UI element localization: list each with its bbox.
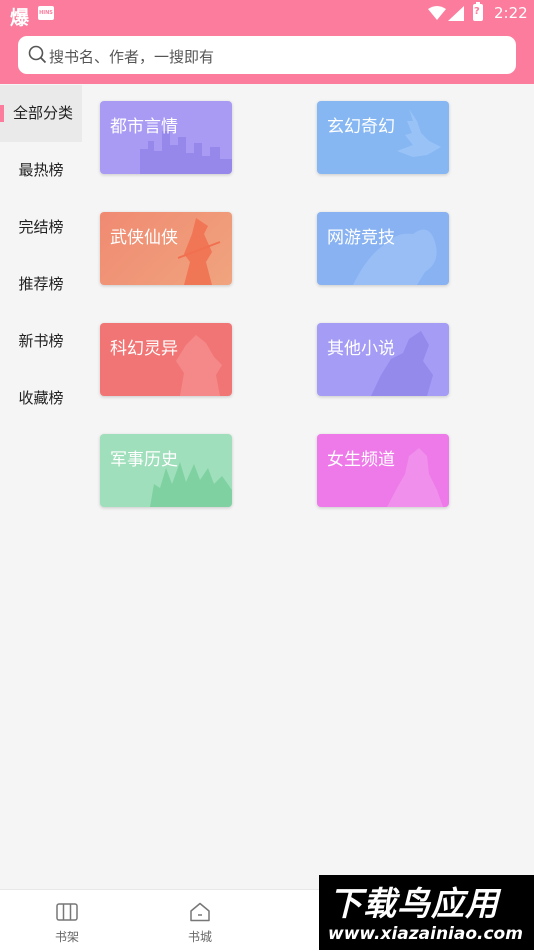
category-label: 网游竞技 xyxy=(327,228,395,248)
category-label: 其他小说 xyxy=(327,339,395,359)
category-label: 军事历史 xyxy=(110,450,178,470)
tab-label: 书架 xyxy=(54,930,79,944)
wifi-icon xyxy=(428,6,446,20)
sidebar-item-finished[interactable]: 完结榜 xyxy=(0,199,82,256)
app-logo-icon: 爆 xyxy=(10,7,30,29)
status-bar: 爆 HINS ? 2:22 xyxy=(0,0,534,29)
category-card-urban[interactable]: 都市言情 xyxy=(100,101,232,174)
signal-icon xyxy=(448,6,464,21)
sidebar-item-label: 新书榜 xyxy=(18,332,64,350)
status-time: 2:22 xyxy=(494,4,528,22)
sidebar-item-label: 推荐榜 xyxy=(18,275,64,293)
search-icon xyxy=(28,45,47,64)
category-label: 都市言情 xyxy=(110,117,178,137)
sidebar-item-label: 全部分类 xyxy=(12,104,73,122)
sidebar-item-favorites[interactable]: 收藏榜 xyxy=(0,370,82,427)
sidebar-item-new[interactable]: 新书榜 xyxy=(0,313,82,370)
watermark-title: 下载鸟应用 xyxy=(329,884,499,923)
notification-icon: HINS xyxy=(38,6,54,20)
category-card-female[interactable]: 女生频道 xyxy=(317,434,449,507)
category-label: 科幻灵异 xyxy=(110,339,178,359)
sidebar-item-all[interactable]: 全部分类 xyxy=(0,85,82,142)
category-card-fantasy[interactable]: 玄幻奇幻 xyxy=(317,101,449,174)
home-icon xyxy=(190,902,210,922)
watermark-logo: 下载鸟应用 www.xiazainiao.com xyxy=(319,875,534,950)
sidebar-item-label: 完结榜 xyxy=(18,218,64,236)
sidebar-item-recommend[interactable]: 推荐榜 xyxy=(0,256,82,313)
watermark-url: www.xiazainiao.com xyxy=(328,924,523,944)
sidebar-item-hot[interactable]: 最热榜 xyxy=(0,142,82,199)
category-label: 玄幻奇幻 xyxy=(327,117,395,137)
category-label: 女生频道 xyxy=(327,450,395,470)
sidebar-item-label: 最热榜 xyxy=(18,161,64,179)
header: 爆 HINS ? 2:22 搜书名、作者，一搜即有 xyxy=(0,0,534,84)
category-card-wuxia[interactable]: 武侠仙侠 xyxy=(100,212,232,285)
search-placeholder: 搜书名、作者，一搜即有 xyxy=(49,48,215,66)
category-card-scifi[interactable]: 科幻灵异 xyxy=(100,323,232,396)
sidebar-item-label: 收藏榜 xyxy=(18,389,64,407)
tab-label: 书城 xyxy=(187,930,212,944)
search-input[interactable]: 搜书名、作者，一搜即有 xyxy=(18,36,516,74)
category-label: 武侠仙侠 xyxy=(110,228,178,248)
tab-bookstore[interactable]: 书城 xyxy=(155,890,245,951)
tab-bookshelf[interactable]: 书架 xyxy=(22,890,112,951)
bookshelf-icon xyxy=(56,903,78,921)
category-sidebar: 全部分类 最热榜 完结榜 推荐榜 新书榜 收藏榜 xyxy=(0,84,82,889)
category-grid: 都市言情 玄幻奇幻 武侠仙侠 网游竞技 科幻灵异 其他小说 军事历史 女生频道 xyxy=(82,84,534,889)
category-card-military[interactable]: 军事历史 xyxy=(100,434,232,507)
category-card-gaming[interactable]: 网游竞技 xyxy=(317,212,449,285)
battery-icon: ? xyxy=(473,2,483,21)
category-card-other[interactable]: 其他小说 xyxy=(317,323,449,396)
